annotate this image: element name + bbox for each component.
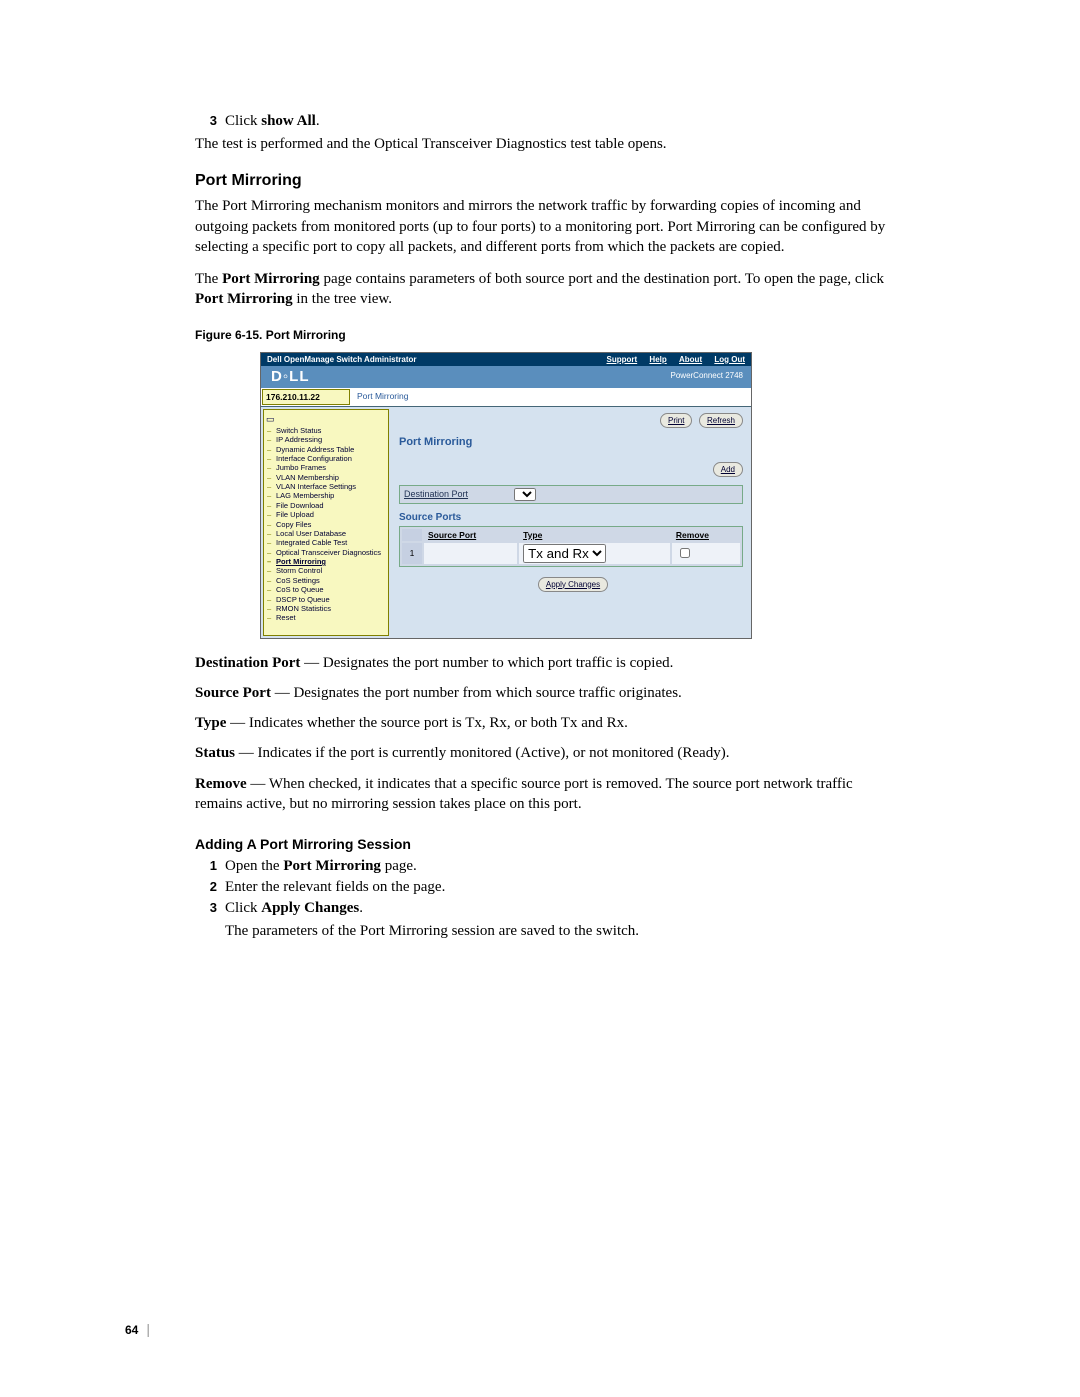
def-status: Status — Indicates if the port is curren…: [195, 743, 895, 763]
def-remove: Remove — When checked, it indicates that…: [195, 774, 895, 815]
adding-session-heading: Adding A Port Mirroring Session: [195, 836, 895, 852]
logout-link[interactable]: Log Out: [714, 355, 745, 364]
breadcrumb: 176.210.11.22 Port Mirroring: [261, 388, 751, 407]
after-step3-text: The test is performed and the Optical Tr…: [195, 134, 895, 154]
tree-item-vlan-membership[interactable]: VLAN Membership: [266, 473, 386, 482]
table-header-row: Source Port Type Remove: [402, 529, 740, 541]
tree-item-cos-to-queue[interactable]: CoS to Queue: [266, 585, 386, 594]
port-mirroring-desc-2: The Port Mirroring page contains paramet…: [195, 269, 895, 310]
tree-item-file-download[interactable]: File Download: [266, 501, 386, 510]
tree-item-storm-control[interactable]: Storm Control: [266, 566, 386, 575]
refresh-button[interactable]: Refresh: [699, 413, 743, 428]
tree-item-interface-configuration[interactable]: Interface Configuration: [266, 454, 386, 463]
tree-item-switch-status[interactable]: Switch Status: [266, 426, 386, 435]
add-step-1: 1 Open the Port Mirroring page.: [195, 858, 895, 875]
about-link[interactable]: About: [679, 355, 702, 364]
add-button[interactable]: Add: [713, 462, 743, 477]
page-number: 64|: [125, 1321, 150, 1337]
col-type: Type: [519, 529, 670, 541]
ui-title: Dell OpenManage Switch Administrator: [267, 355, 597, 364]
destination-port-row: Destination Port: [399, 485, 743, 504]
help-link[interactable]: Help: [649, 355, 666, 364]
step-3: 3 Click show All.: [195, 113, 895, 130]
support-link[interactable]: Support: [607, 355, 638, 364]
product-name: PowerConnect 2748: [671, 371, 744, 380]
def-type: Type — Indicates whether the source port…: [195, 713, 895, 733]
device-ip: 176.210.11.22: [262, 389, 350, 405]
port-mirroring-desc-1: The Port Mirroring mechanism monitors an…: [195, 196, 895, 257]
step-number: 3: [195, 113, 225, 130]
add-step-2: 2 Enter the relevant fields on the page.: [195, 879, 895, 896]
tree-item-local-user-database[interactable]: Local User Database: [266, 529, 386, 538]
tree-item-lag-membership[interactable]: LAG Membership: [266, 491, 386, 500]
remove-checkbox[interactable]: [680, 548, 690, 558]
tree-item-copy-files[interactable]: Copy Files: [266, 520, 386, 529]
dell-logo: D◦LL: [271, 368, 309, 385]
breadcrumb-item: Port Mirroring: [351, 388, 414, 406]
panel-title: Port Mirroring: [399, 436, 743, 448]
source-ports-heading: Source Ports: [399, 512, 743, 523]
tree-item-optical-transceiver-diagnostics[interactable]: Optical Transceiver Diagnostics: [266, 548, 386, 557]
tree-item-ip-addressing[interactable]: IP Addressing: [266, 435, 386, 444]
table-row: 1 Tx and Rx: [402, 543, 740, 564]
nav-tree: ▭ Switch StatusIP AddressingDynamic Addr…: [263, 409, 389, 636]
def-destination-port: Destination Port — Designates the port n…: [195, 653, 895, 673]
step-text: Click show All.: [225, 113, 895, 130]
figure-caption: Figure 6-15. Port Mirroring: [195, 328, 895, 342]
tree-item-integrated-cable-test[interactable]: Integrated Cable Test: [266, 538, 386, 547]
folder-icon: ▭: [266, 414, 386, 425]
tree-item-rmon-statistics[interactable]: RMON Statistics: [266, 604, 386, 613]
ui-topbar: Dell OpenManage Switch Administrator Sup…: [261, 353, 751, 366]
brand-band: D◦LL PowerConnect 2748: [261, 366, 751, 388]
add-step-3: 3 Click Apply Changes. The parameters of…: [195, 900, 895, 940]
tree-item-vlan-interface-settings[interactable]: VLAN Interface Settings: [266, 482, 386, 491]
port-mirroring-screenshot: Dell OpenManage Switch Administrator Sup…: [260, 352, 752, 639]
apply-changes-button[interactable]: Apply Changes: [538, 577, 608, 592]
col-remove: Remove: [672, 529, 740, 541]
source-ports-table: Source Port Type Remove 1 Tx and Rx: [399, 526, 743, 567]
tree-item-jumbo-frames[interactable]: Jumbo Frames: [266, 463, 386, 472]
tree-item-dscp-to-queue[interactable]: DSCP to Queue: [266, 595, 386, 604]
main-panel: Print Refresh Port Mirroring Add Destina…: [391, 407, 751, 638]
print-button[interactable]: Print: [660, 413, 692, 428]
tree-item-file-upload[interactable]: File Upload: [266, 510, 386, 519]
tree-item-reset[interactable]: Reset: [266, 613, 386, 622]
tree-item-cos-settings[interactable]: CoS Settings: [266, 576, 386, 585]
tree-item-dynamic-address-table[interactable]: Dynamic Address Table: [266, 445, 386, 454]
destination-port-select[interactable]: [514, 488, 536, 501]
type-select[interactable]: Tx and Rx: [523, 544, 606, 563]
row-index: 1: [402, 543, 422, 564]
section-port-mirroring: Port Mirroring: [195, 172, 895, 190]
col-source-port: Source Port: [424, 529, 517, 541]
tree-item-port-mirroring[interactable]: Port Mirroring: [266, 557, 386, 566]
def-source-port: Source Port — Designates the port number…: [195, 683, 895, 703]
destination-port-label: Destination Port: [404, 489, 514, 499]
